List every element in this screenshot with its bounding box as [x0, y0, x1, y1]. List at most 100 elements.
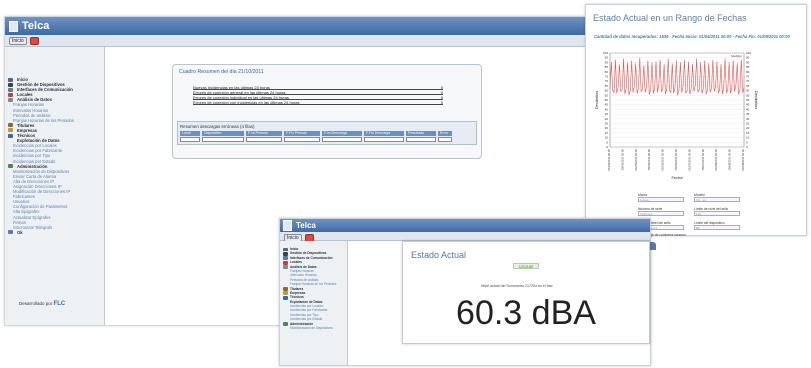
- sidebar-item-label: Incidencias por Estado: [290, 317, 323, 322]
- close-session-button[interactable]: [29, 37, 39, 45]
- y-tick-label: 90: [605, 60, 609, 64]
- summary-row-label: Nuevas Incidencias en las últimas 24 hor…: [193, 85, 270, 90]
- home-icon: [8, 77, 13, 82]
- downloads-title: Resumen descargas erróneas (4 filas): [180, 124, 255, 129]
- toolbar: Inicio: [5, 35, 586, 47]
- y-tick-label: 70: [605, 79, 609, 83]
- filter-input[interactable]: [406, 137, 436, 142]
- summary-row-label: Errores de conexión general en las últim…: [193, 90, 286, 95]
- y2-tick-label: 100: [746, 51, 751, 55]
- title-bar: Telca: [5, 17, 586, 35]
- sidebar-item-label: Incidencias por Locales: [290, 304, 324, 309]
- y2-tick-label: 55: [746, 93, 750, 97]
- legend-entry: Medidor: [731, 54, 742, 58]
- filter-input[interactable]: [284, 137, 320, 142]
- filter-input[interactable]: [246, 137, 282, 142]
- filter-input[interactable]: [202, 137, 244, 142]
- sidebar-item-label: Interfaces de Comunicación: [290, 255, 333, 260]
- monitor-icon: [8, 82, 13, 87]
- footer: Desarrollado por FLC: [19, 301, 66, 307]
- y2-tick-label: 45: [746, 103, 750, 107]
- status-title: Estado Actual: [411, 250, 467, 260]
- chart-window: Estado Actual en un Rango de Fechas Cant…: [585, 4, 807, 237]
- form-field[interactable]: Cesva: [638, 197, 684, 202]
- app-icon: [9, 20, 18, 32]
- sidebar-item-label: Explotación de Datos: [290, 299, 323, 304]
- column-header[interactable]: F.Fin Periodo: [284, 131, 320, 136]
- filter-input[interactable]: [322, 137, 362, 142]
- secondary-app-title: Telca: [296, 221, 316, 230]
- column-header[interactable]: Error: [438, 131, 452, 136]
- form-field[interactable]: T224-xxx: [638, 211, 684, 216]
- summary-rows: Nuevas Incidencias en las últimas 24 hor…: [193, 85, 443, 105]
- form-field[interactable]: SC - xx: [694, 197, 740, 202]
- secondary-title-bar: Telca: [280, 219, 650, 232]
- y-tick-label: 80: [605, 70, 609, 74]
- column-header[interactable]: F.Ini.Descarga: [322, 131, 362, 136]
- column-header[interactable]: Dispositivo: [202, 131, 244, 136]
- sidebar-item-label: Ok: [17, 229, 23, 235]
- filter-input[interactable]: [180, 137, 200, 142]
- y2-tick-label: 10: [746, 136, 750, 140]
- x-tick-label: 15/08/2011 00:00: [728, 149, 732, 171]
- y-tick-label: 5: [606, 140, 608, 144]
- form-field[interactable]: 110: [694, 211, 740, 216]
- summary-title: Cuadro Resumen del día 21/10/2011: [179, 69, 264, 75]
- y2-tick-label: 60: [746, 89, 750, 93]
- y-tick-label: 75: [605, 75, 609, 79]
- sidebar-item[interactable]: Ok: [5, 230, 104, 235]
- y2-tick-label: 50: [746, 98, 750, 102]
- ok-icon: [8, 230, 13, 235]
- x-axis-label: Fecha: [671, 175, 683, 180]
- building-icon: [8, 92, 13, 97]
- downloads-column: Dispositivo: [202, 131, 244, 142]
- filter-input[interactable]: [364, 137, 404, 142]
- sidebar-item[interactable]: Monitorización de Dispositivos: [280, 326, 347, 330]
- y2-tick-label: 0: [746, 145, 748, 149]
- y-tick-label: 35: [605, 112, 609, 116]
- summary-row-value: 0: [440, 90, 443, 95]
- column-header[interactable]: Resultado: [406, 131, 436, 136]
- y2-tick-label: 90: [746, 60, 750, 64]
- y2-tick-label: 85: [746, 65, 750, 69]
- admin-icon: [8, 164, 13, 169]
- sidebar-item-label: Empresas: [290, 290, 306, 295]
- x-tick-label: 15/07/2011 00:00: [701, 149, 705, 171]
- summary-panel: Cuadro Resumen del día 21/10/2011 Nuevas…: [172, 64, 482, 159]
- summary-row: Errores de conexión con incidencias en l…: [193, 100, 443, 105]
- column-header[interactable]: F.Fin Descarga: [364, 131, 404, 136]
- summary-row-label: Errores de conexión con incidencias en l…: [193, 100, 300, 105]
- y-tick-label: 50: [605, 98, 609, 102]
- y-tick-label: 55: [605, 93, 609, 97]
- column-header[interactable]: F.Ini.Periodo: [246, 131, 282, 136]
- sidebar-item-label: Franjas Horarias de los Periodos: [290, 282, 337, 287]
- downloads-column: Resultado: [406, 131, 436, 142]
- y-tick-label: 40: [605, 107, 609, 111]
- x-tick-label: 01/06/2011 00:00: [661, 149, 665, 171]
- plug-icon: [8, 87, 13, 92]
- secondary-sidebar: Inicio Gestión de Dispositivos Interfaces …: [280, 241, 348, 365]
- y-tick-label: 60: [605, 89, 609, 93]
- inicio-button[interactable]: Inicio: [9, 37, 27, 45]
- y2-tick-label: 20: [746, 126, 750, 130]
- summary-row-value: 0: [440, 100, 443, 105]
- y2-tick-label: 75: [746, 75, 750, 79]
- summary-row-value: 0: [440, 85, 443, 90]
- y2-tick-label: 65: [746, 84, 750, 88]
- status-badge: 120/150: [513, 263, 539, 269]
- y-tick-label: 100: [603, 51, 608, 55]
- y-axis-label: Decibelios: [594, 91, 599, 109]
- status-note: Nivel actual del Sonómetro 217204 en el …: [481, 284, 553, 288]
- y2-tick-label: 70: [746, 79, 750, 83]
- sidebar-item-label: Incidencias por Fabricante: [290, 308, 328, 313]
- y2-tick-label: 40: [746, 107, 750, 111]
- secondary-app-icon: [283, 220, 292, 231]
- sidebar-item-label: Periodos de análisis: [290, 277, 319, 282]
- downloads-column: F.Ini.Periodo: [246, 131, 282, 142]
- x-tick-label: 15/05/2011 00:00: [647, 149, 651, 171]
- column-header[interactable]: Local: [180, 131, 200, 136]
- form-field[interactable]: 80: [694, 225, 740, 230]
- current-level-value: 60.3 dBA: [456, 294, 596, 332]
- y-tick-label: 25: [605, 122, 609, 126]
- filter-input[interactable]: [438, 137, 452, 142]
